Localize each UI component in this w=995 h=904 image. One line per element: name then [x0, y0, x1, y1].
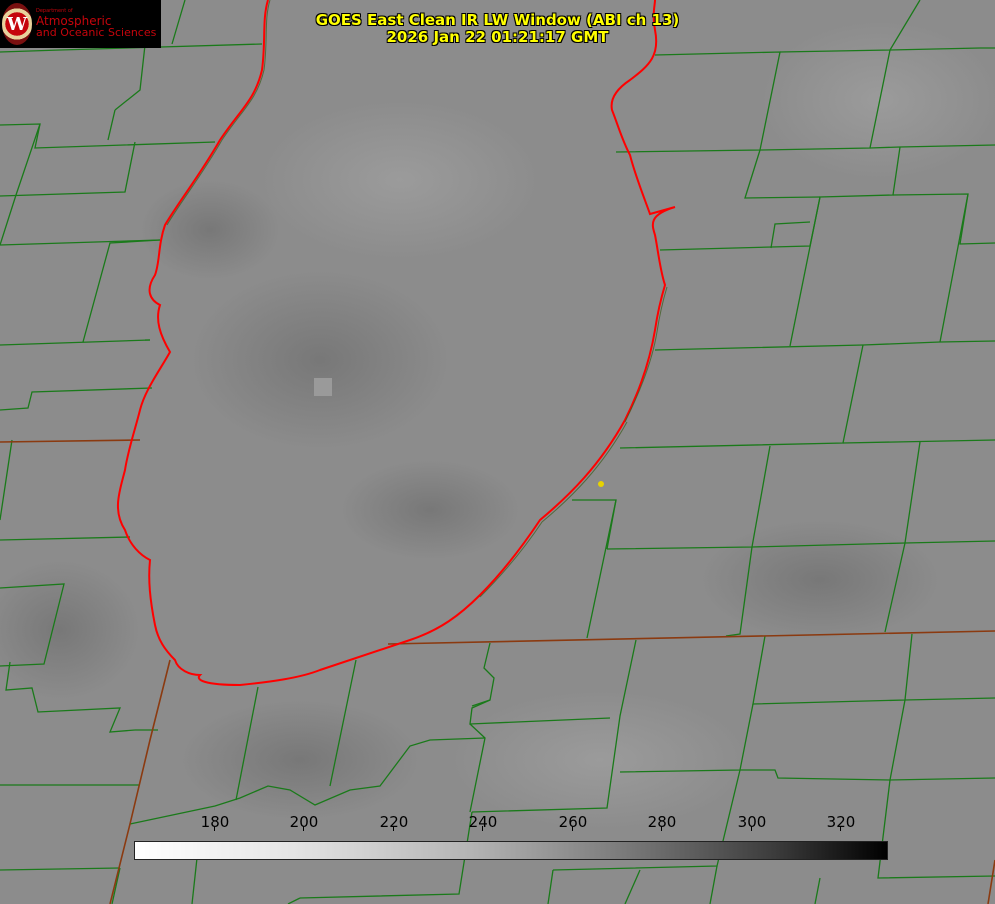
temperature-colorbar [134, 841, 888, 860]
colorbar-ticks: 180 200 220 240 260 280 300 320 [0, 813, 995, 841]
colorbar-tick: 240 [468, 813, 498, 831]
colorbar-tick: 320 [826, 813, 856, 831]
colorbar-tick: 260 [558, 813, 588, 831]
title-timestamp: 2026 Jan 22 01:21:17 GMT [386, 28, 609, 46]
station-marker [598, 481, 604, 487]
image-title: GOES East Clean IR LW Window (ABI ch 13)… [0, 12, 995, 46]
title-product: GOES East Clean IR LW Window (ABI ch 13) [315, 11, 680, 29]
colorbar-tick: 280 [647, 813, 677, 831]
colorbar-tick: 220 [379, 813, 409, 831]
colorbar-tick: 200 [289, 813, 319, 831]
colorbar-tick: 180 [200, 813, 230, 831]
colorbar-tick: 300 [737, 813, 767, 831]
satellite-map [0, 0, 995, 904]
